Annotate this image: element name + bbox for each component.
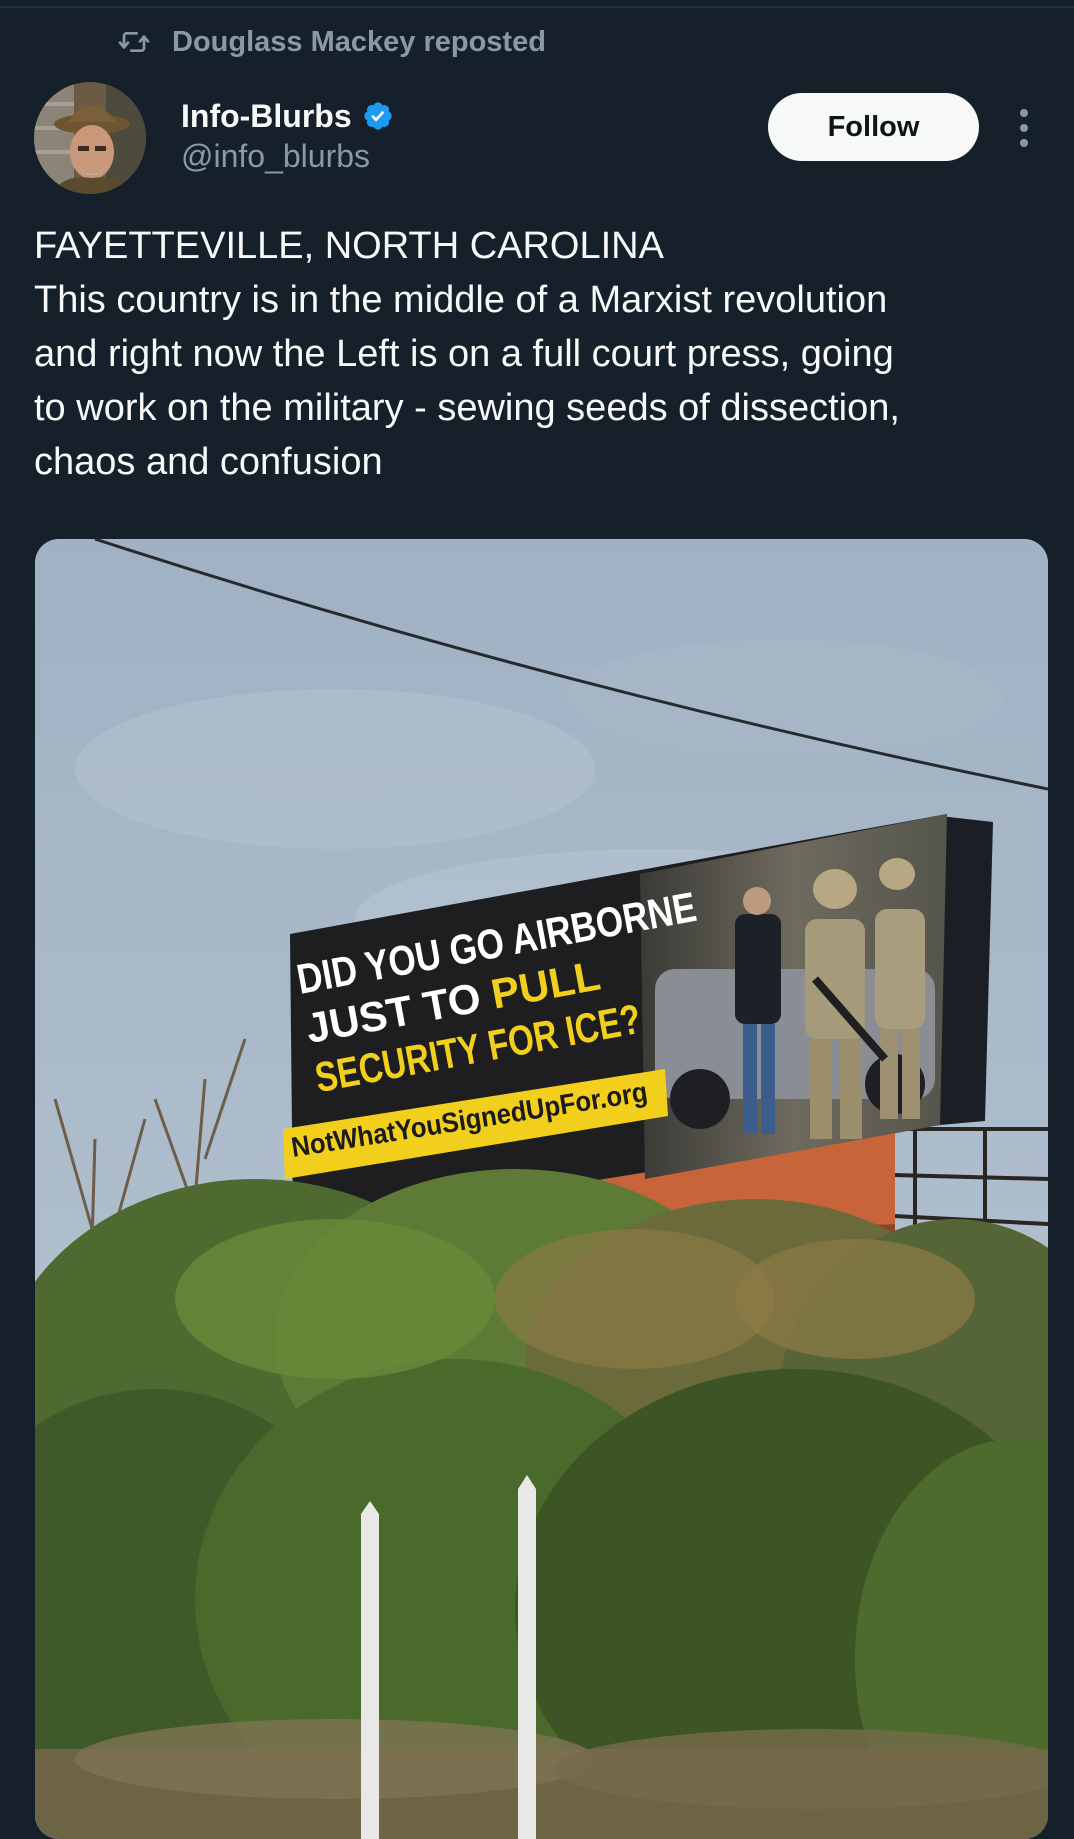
follow-button[interactable]: Follow	[768, 93, 979, 161]
post-text: FAYETTEVILLE, NORTH CAROLINA This countr…	[34, 219, 1044, 489]
verified-badge-icon	[363, 102, 392, 130]
post-text-line: FAYETTEVILLE, NORTH CAROLINA	[34, 225, 664, 267]
post-text-line: chaos and confusion	[34, 441, 383, 483]
post-text-line: This country is in the middle of a Marxi…	[34, 279, 888, 321]
avatar[interactable]	[34, 82, 146, 194]
repost-indicator[interactable]: Douglass Mackey reposted	[118, 22, 546, 62]
post-image[interactable]: DID YOU GO AIRBORNE JUST TO PULL SECURIT…	[35, 539, 1048, 1839]
post-text-line: to work on the military - sewing seeds o…	[34, 387, 900, 429]
author-name: Info-Blurbs	[181, 97, 352, 134]
repost-icon	[118, 32, 150, 52]
author-handle[interactable]: @info_blurbs	[181, 138, 370, 175]
post-text-line: and right now the Left is on a full cour…	[34, 333, 894, 375]
top-divider	[0, 6, 1074, 8]
repost-text: Douglass Mackey reposted	[172, 25, 546, 58]
author-name-row[interactable]: Info-Blurbs	[181, 95, 394, 137]
more-options-icon[interactable]	[1008, 104, 1040, 152]
